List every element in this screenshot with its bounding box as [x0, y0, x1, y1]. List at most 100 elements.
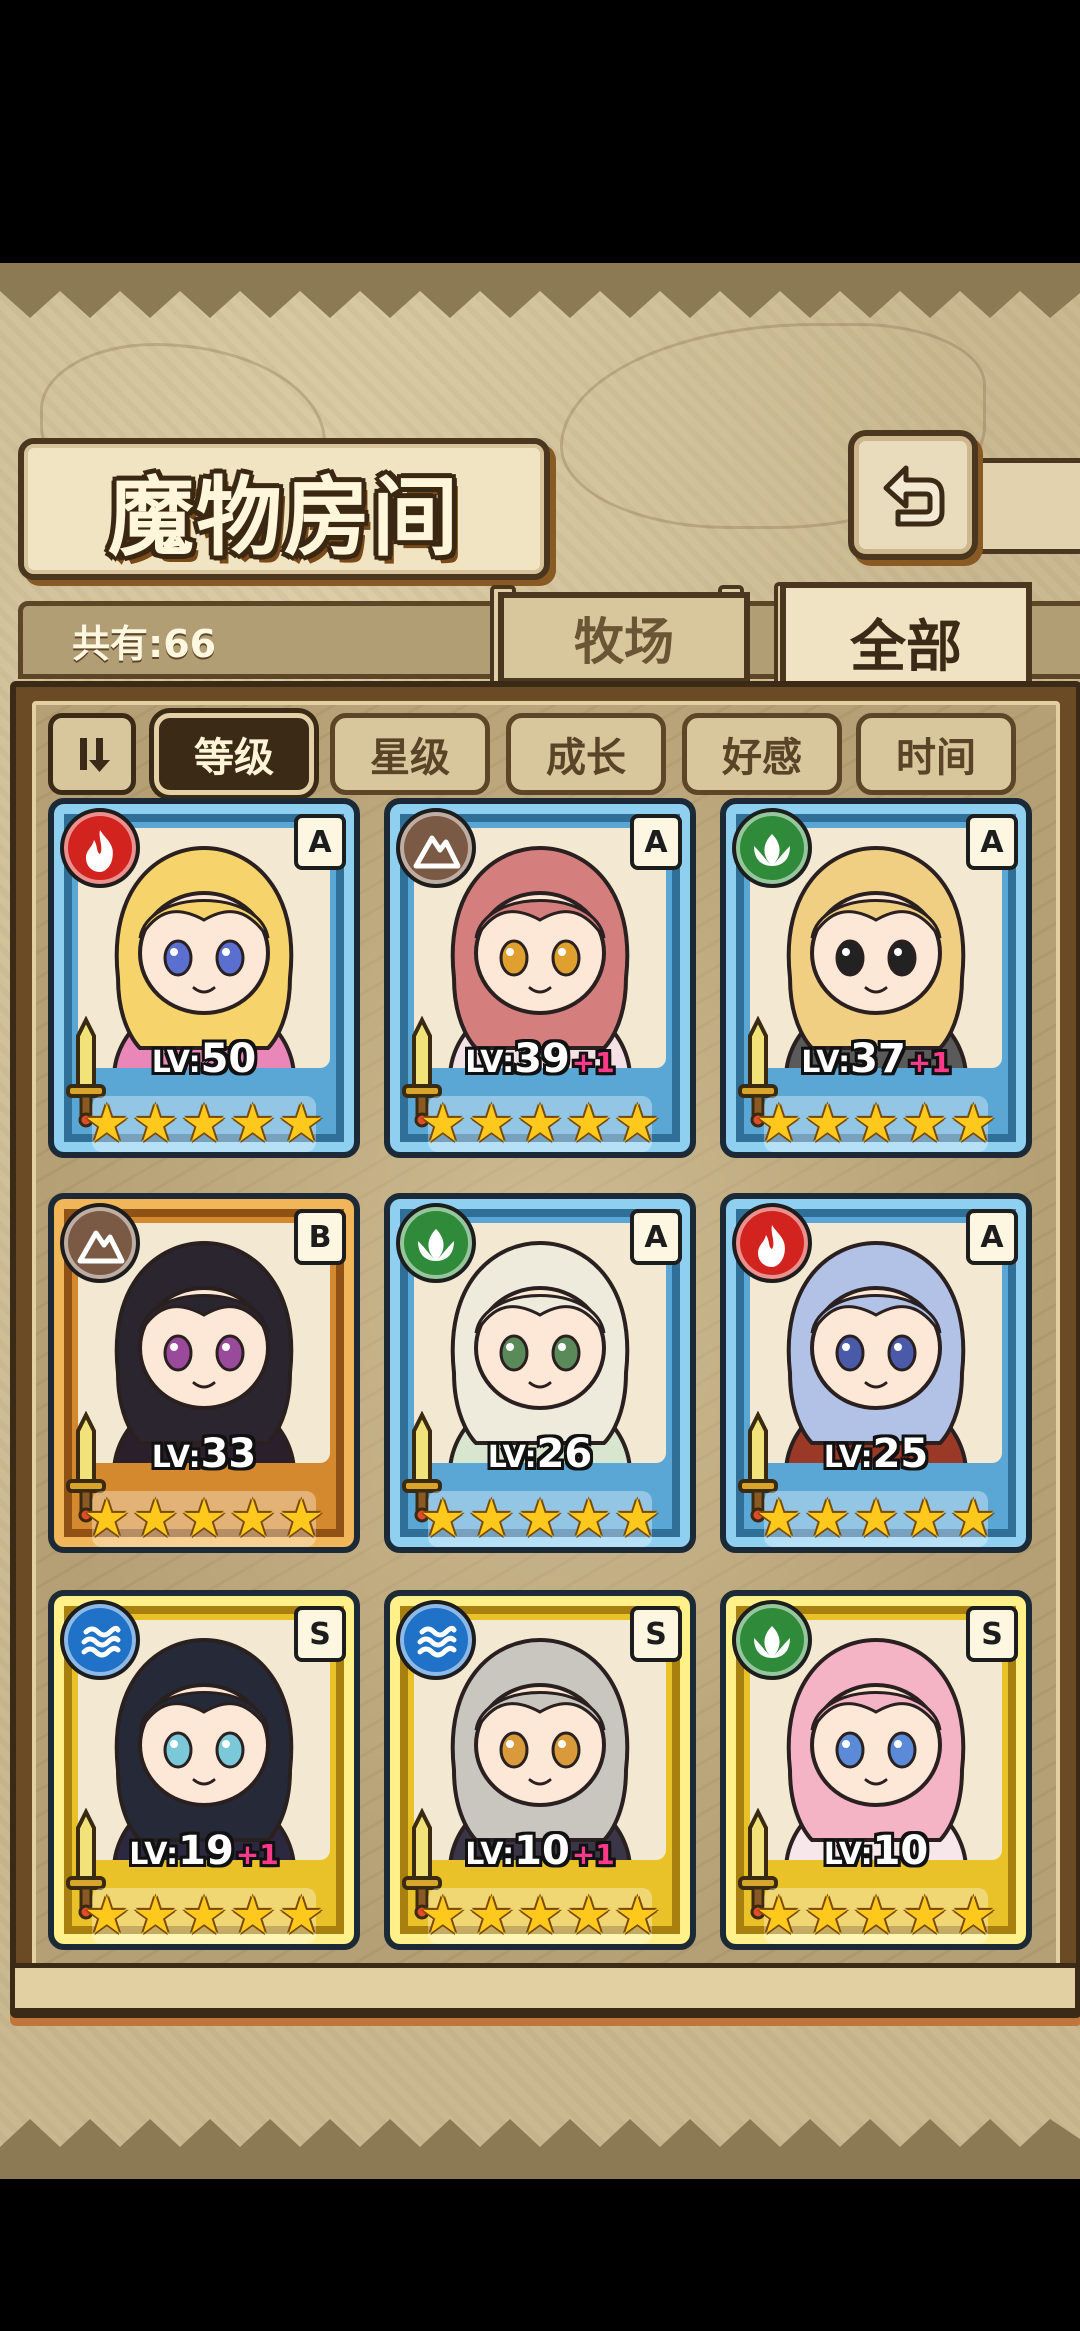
star-icon: ★	[277, 1886, 325, 1946]
monster-card[interactable]: A LV:50 ★ ★ ★ ★ ★	[48, 798, 360, 1158]
tab-all[interactable]: 全部	[780, 582, 1032, 696]
back-button[interactable]	[848, 430, 978, 560]
level-bonus: +1	[235, 1838, 279, 1871]
star-icon: ★	[132, 1489, 179, 1549]
sort-order-toggle[interactable]	[48, 713, 136, 795]
star-icon: ★	[468, 1886, 515, 1946]
star-icon: ★	[901, 1094, 948, 1154]
star-icon: ★	[949, 1886, 997, 1946]
star-icon: ★	[180, 1489, 228, 1549]
level-value: 33	[200, 1431, 257, 1477]
star-icon: ★	[804, 1886, 851, 1946]
return-arrow-icon	[883, 465, 945, 527]
star-rating: ★ ★ ★ ★ ★	[83, 1489, 325, 1549]
star-icon: ★	[516, 1094, 564, 1154]
level-prefix: LV:	[801, 1045, 851, 1080]
star-icon: ★	[565, 1094, 612, 1154]
level-bonus: +1	[571, 1046, 615, 1079]
rank-badge: A	[630, 814, 682, 870]
sort-by-time-button[interactable]: 时间	[856, 713, 1016, 795]
fire-element-icon	[60, 808, 140, 888]
star-icon: ★	[613, 1094, 661, 1154]
monster-level: LV:37+1	[726, 1036, 1026, 1082]
monster-card[interactable]: A LV:37+1 ★ ★ ★ ★ ★	[720, 798, 1032, 1158]
star-icon: ★	[468, 1489, 515, 1549]
level-value: 37	[850, 1036, 906, 1082]
star-icon: ★	[419, 1489, 467, 1549]
monster-level: LV:26	[390, 1431, 690, 1477]
level-prefix: LV:	[151, 1045, 201, 1080]
sort-by-growth-button[interactable]: 成长	[506, 713, 666, 795]
sort-order-icon	[80, 738, 110, 772]
level-prefix: LV:	[465, 1045, 515, 1080]
monster-card[interactable]: S LV:19+1 ★ ★ ★ ★ ★	[48, 1590, 360, 1950]
star-icon: ★	[468, 1094, 515, 1154]
wind-element-icon	[396, 1203, 476, 1283]
star-icon: ★	[755, 1489, 803, 1549]
monster-card[interactable]: A LV:26 ★ ★ ★ ★ ★	[384, 1193, 696, 1553]
star-icon: ★	[132, 1886, 179, 1946]
star-icon: ★	[516, 1489, 564, 1549]
sort-by-affinity-button[interactable]: 好感	[682, 713, 842, 795]
sort-by-level-button[interactable]: 等级	[154, 713, 314, 795]
fire-element-icon	[732, 1203, 812, 1283]
monster-card[interactable]: S LV:10 ★ ★ ★ ★ ★	[720, 1590, 1032, 1950]
star-rating: ★ ★ ★ ★ ★	[755, 1886, 997, 1946]
monster-level: LV:39+1	[390, 1036, 690, 1082]
earth-element-icon	[60, 1203, 140, 1283]
star-icon: ★	[901, 1886, 948, 1946]
star-icon: ★	[180, 1886, 228, 1946]
level-prefix: LV:	[465, 1837, 515, 1872]
monster-card[interactable]: S LV:10+1 ★ ★ ★ ★ ★	[384, 1590, 696, 1950]
rank-badge: A	[294, 814, 346, 870]
star-icon: ★	[613, 1489, 661, 1549]
star-icon: ★	[419, 1886, 467, 1946]
level-bonus: +1	[907, 1046, 951, 1079]
rank-badge: S	[966, 1606, 1018, 1662]
earth-element-icon	[396, 808, 476, 888]
level-bonus: +1	[571, 1838, 615, 1871]
star-rating: ★ ★ ★ ★ ★	[419, 1886, 661, 1946]
monster-card[interactable]: B LV:33 ★ ★ ★ ★ ★	[48, 1193, 360, 1553]
star-icon: ★	[949, 1094, 997, 1154]
star-icon: ★	[516, 1886, 564, 1946]
total-count: 共有:66	[72, 622, 217, 666]
star-rating: ★ ★ ★ ★ ★	[755, 1094, 997, 1154]
star-icon: ★	[565, 1489, 612, 1549]
monster-level: LV:33	[54, 1431, 354, 1477]
rank-badge: A	[630, 1209, 682, 1265]
level-value: 10	[514, 1828, 570, 1874]
monster-level: LV:10	[726, 1828, 1026, 1874]
star-icon: ★	[83, 1489, 131, 1549]
level-value: 19	[178, 1828, 234, 1874]
star-rating: ★ ★ ★ ★ ★	[419, 1489, 661, 1549]
star-icon: ★	[229, 1886, 276, 1946]
star-icon: ★	[180, 1094, 228, 1154]
level-prefix: LV:	[823, 1837, 873, 1872]
star-icon: ★	[852, 1094, 900, 1154]
level-prefix: LV:	[823, 1440, 873, 1475]
level-prefix: LV:	[151, 1440, 201, 1475]
star-icon: ★	[901, 1489, 948, 1549]
rank-badge: S	[294, 1606, 346, 1662]
rank-badge: A	[966, 814, 1018, 870]
monster-level: LV:19+1	[54, 1828, 354, 1874]
level-prefix: LV:	[487, 1440, 537, 1475]
level-value: 50	[200, 1036, 257, 1082]
monster-level: LV:10+1	[390, 1828, 690, 1874]
star-icon: ★	[565, 1886, 612, 1946]
water-element-icon	[396, 1600, 476, 1680]
level-value: 26	[536, 1431, 593, 1477]
sort-by-star-button[interactable]: 星级	[330, 713, 490, 795]
monster-card[interactable]: A LV:25 ★ ★ ★ ★ ★	[720, 1193, 1032, 1553]
rank-badge: S	[630, 1606, 682, 1662]
star-icon: ★	[419, 1094, 467, 1154]
tab-ranch[interactable]: 牧场	[498, 592, 750, 684]
monster-level: LV:25	[726, 1431, 1026, 1477]
star-rating: ★ ★ ★ ★ ★	[755, 1489, 997, 1549]
monster-level: LV:50	[54, 1036, 354, 1082]
star-rating: ★ ★ ★ ★ ★	[83, 1094, 325, 1154]
star-icon: ★	[949, 1489, 997, 1549]
monster-card[interactable]: A LV:39+1 ★ ★ ★ ★ ★	[384, 798, 696, 1158]
rank-badge: A	[966, 1209, 1018, 1265]
